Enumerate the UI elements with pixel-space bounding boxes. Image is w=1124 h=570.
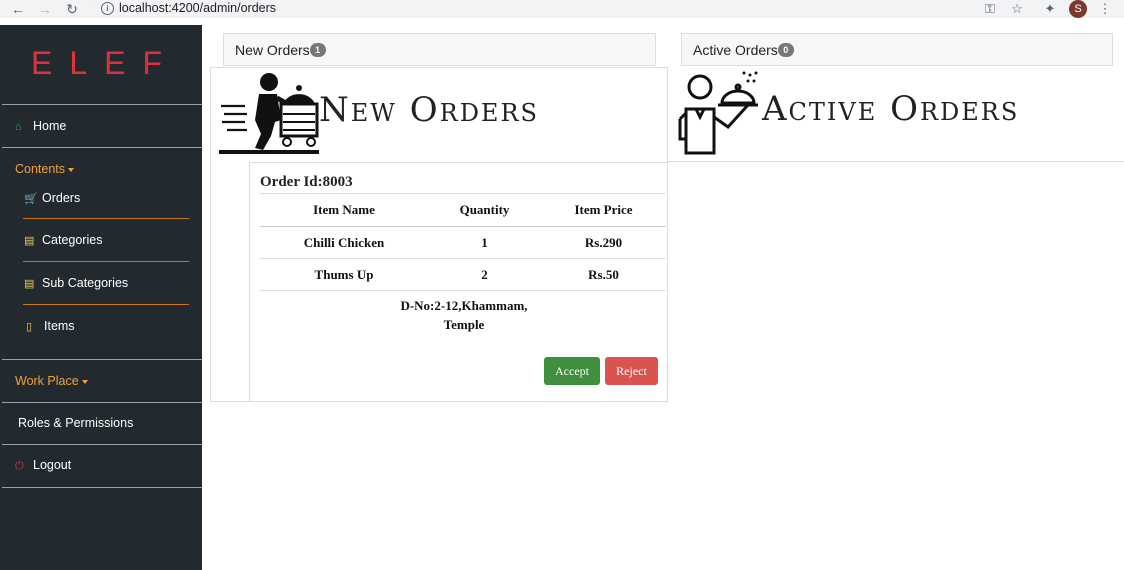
column-header: Quantity	[428, 193, 541, 227]
divider	[2, 359, 202, 360]
sidebar-item-label: Roles & Permissions	[18, 416, 134, 430]
sidebar-item-sub-categories[interactable]: ▤ Sub Categories	[24, 276, 128, 290]
divider	[2, 487, 202, 488]
divider	[2, 444, 202, 445]
tab-active-orders[interactable]: Active Orders 0	[681, 33, 1113, 66]
sidebar-section-contents[interactable]: Contents	[15, 162, 75, 176]
divider	[2, 147, 202, 148]
list-icon: ▤	[24, 278, 35, 290]
caret-down-icon	[81, 379, 88, 384]
active-orders-panel: Active Orders	[668, 67, 1124, 162]
sidebar-item-label: Categories	[42, 233, 103, 247]
site-info-icon[interactable]: i	[101, 2, 114, 15]
sidebar-item-orders[interactable]: 🛒 Orders	[24, 191, 80, 205]
new-orders-heading: New Orders	[319, 90, 539, 130]
table-row-divider	[260, 290, 666, 291]
tab-new-orders[interactable]: New Orders 1	[223, 33, 656, 66]
waiter-icon	[678, 71, 758, 155]
home-icon: ⌂	[15, 121, 22, 133]
divider	[2, 104, 202, 105]
sidebar-item-logout[interactable]: ⏻ Logout	[15, 458, 71, 473]
sidebar-item-label: Orders	[42, 191, 81, 205]
sidebar-item-label: Home	[33, 119, 67, 133]
item-name: Thums Up	[260, 258, 428, 291]
order-id: Order Id:8003	[260, 174, 353, 190]
power-icon: ⏻	[15, 460, 24, 472]
table-row: Chilli Chicken 1 Rs.290	[260, 226, 666, 259]
sidebar-section-work-place[interactable]: Work Place	[15, 374, 88, 388]
accept-button[interactable]: Accept	[544, 357, 600, 385]
profile-avatar[interactable]: S	[1069, 0, 1087, 18]
url-text: localhost:4200/admin/orders	[119, 1, 277, 15]
order-card: Order Id:8003 Item Name Quantity Item Pr…	[249, 162, 668, 402]
active-orders-count-badge: 0	[777, 43, 794, 58]
reject-button[interactable]: Reject	[605, 357, 658, 385]
tab-label: New Orders	[235, 42, 310, 58]
column-header: Item Price	[541, 193, 666, 227]
key-icon[interactable]: ⚿	[981, 0, 999, 18]
item-price: Rs.50	[541, 258, 666, 291]
brand-logo: ELEF	[30, 45, 180, 81]
sidebar-section-label: Contents	[15, 162, 66, 176]
forward-icon[interactable]: →	[36, 0, 54, 18]
divider	[23, 218, 189, 219]
item-quantity: 2	[428, 258, 541, 291]
divider	[23, 304, 189, 305]
sidebar-item-items[interactable]: ▯ Items	[26, 319, 75, 333]
caret-down-icon	[68, 167, 75, 172]
sidebar-item-label: Sub Categories	[42, 276, 129, 290]
new-orders-count-badge: 1	[309, 43, 326, 58]
star-icon[interactable]: ☆	[1008, 0, 1026, 18]
book-icon: ▯	[26, 321, 33, 333]
active-orders-heading: Active Orders	[762, 89, 1020, 129]
tab-label: Active Orders	[693, 42, 778, 58]
extensions-icon[interactable]: ✦	[1041, 0, 1059, 18]
table-row: Thums Up 2 Rs.50	[260, 258, 666, 291]
sidebar-item-label: Items	[44, 319, 75, 333]
cart-icon: 🛒	[24, 193, 38, 205]
address-bar[interactable]: i localhost:4200/admin/orders	[92, 0, 972, 17]
back-icon[interactable]: ←	[9, 0, 27, 18]
address-line: Temple	[443, 317, 485, 332]
menu-kebab-icon[interactable]: ⋮	[1096, 0, 1114, 18]
sidebar-item-label: Logout	[33, 458, 72, 472]
sidebar-item-roles-permissions[interactable]: Roles & Permissions	[18, 416, 133, 430]
item-price: Rs.290	[541, 226, 666, 259]
sidebar-item-home[interactable]: ⌂ Home	[15, 119, 66, 133]
divider	[2, 402, 202, 403]
item-name: Chilli Chicken	[260, 226, 428, 259]
divider	[23, 261, 189, 262]
sidebar-item-categories[interactable]: ▤ Categories	[24, 233, 102, 247]
item-quantity: 1	[428, 226, 541, 259]
address-line: D-No:2-12,Khammam,	[400, 298, 528, 313]
list-icon: ▤	[24, 235, 35, 247]
delivery-icon	[219, 70, 319, 156]
browser-toolbar: ← → ↻ i localhost:4200/admin/orders ⚿ ☆ …	[0, 0, 1124, 18]
sidebar-section-label: Work Place	[15, 374, 79, 388]
order-items-table: Item Name Quantity Item Price Chilli Chi…	[260, 193, 666, 291]
table-header-row: Item Name Quantity Item Price	[260, 193, 666, 227]
sidebar: ELEF ⌂ Home Contents 🛒 Orders ▤ Categories …	[0, 25, 202, 570]
reload-icon[interactable]: ↻	[63, 0, 81, 18]
column-header: Item Name	[260, 193, 428, 227]
delivery-address: D-No:2-12,Khammam, Temple	[370, 296, 558, 334]
